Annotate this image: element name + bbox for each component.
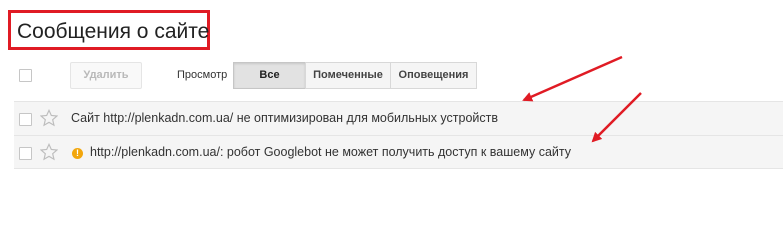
page-title-highlight: Сообщения о сайте [8,10,210,50]
message-text[interactable]: http://plenkadn.com.ua/: робот Googlebot… [90,145,571,159]
annotation-arrow [522,55,623,102]
star-icon[interactable] [40,109,58,127]
view-label: Просмотр [177,69,228,81]
message-row[interactable]: Сайт http://plenkadn.com.ua/ не оптимизи… [14,101,783,135]
page-title: Сообщения о сайте [17,20,210,43]
delete-button[interactable]: Удалить [70,62,142,89]
message-row[interactable]: ! http://plenkadn.com.ua/: робот Googleb… [14,135,783,169]
select-all-checkbox[interactable] [19,69,32,82]
row-checkbox[interactable] [19,113,32,126]
warning-icon: ! [72,148,83,159]
filter-all-button[interactable]: Все [233,62,306,89]
filter-alerts-button[interactable]: Оповещения [390,62,477,89]
filter-group: Все Помеченные Оповещения [233,62,477,89]
row-checkbox[interactable] [19,147,32,160]
filter-starred-button[interactable]: Помеченные [305,62,391,89]
message-text[interactable]: Сайт http://plenkadn.com.ua/ не оптимизи… [71,111,498,125]
message-list: Сайт http://plenkadn.com.ua/ не оптимизи… [14,101,783,169]
star-icon[interactable] [40,143,58,161]
